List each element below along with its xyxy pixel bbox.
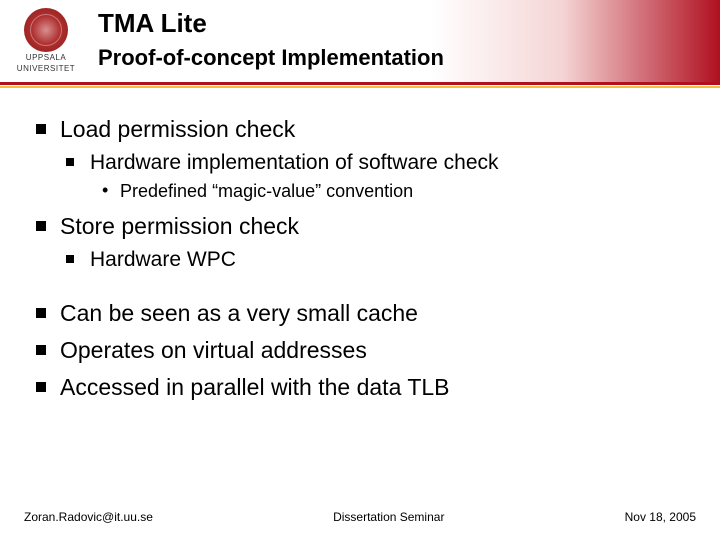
slide-subtitle: Proof-of-concept Implementation	[98, 45, 444, 71]
bullet-text: Operates on virtual addresses	[60, 337, 367, 363]
bullet-item: Hardware implementation of software chec…	[66, 149, 694, 205]
university-logo: UPPSALA UNIVERSITET	[16, 8, 76, 74]
bullet-item: Can be seen as a very small cache	[36, 298, 694, 329]
title-block: TMA Lite Proof-of-concept Implementation	[98, 8, 444, 71]
bullet-item: Hardware WPC	[66, 246, 694, 274]
logo-text-line2: UNIVERSITET	[16, 65, 76, 74]
slide-title: TMA Lite	[98, 8, 444, 39]
bullet-text: Predefined “magic-value” convention	[120, 181, 413, 201]
bullet-text: Load permission check	[60, 116, 295, 142]
bullet-list: Load permission check Hardware implement…	[36, 114, 694, 274]
bullet-list: Can be seen as a very small cache Operat…	[36, 298, 694, 403]
bullet-item: Predefined “magic-value” convention	[100, 179, 694, 204]
slide-header: UPPSALA UNIVERSITET TMA Lite Proof-of-co…	[0, 0, 720, 86]
bullet-item: Store permission check Hardware WPC	[36, 211, 694, 274]
slide-content: Load permission check Hardware implement…	[0, 86, 720, 403]
divider-red	[0, 82, 720, 85]
footer-left: Zoran.Radovic@it.uu.se	[24, 510, 153, 524]
bullet-text: Can be seen as a very small cache	[60, 300, 418, 326]
bullet-text: Store permission check	[60, 213, 299, 239]
bullet-item: Operates on virtual addresses	[36, 335, 694, 366]
bullet-item: Load permission check Hardware implement…	[36, 114, 694, 205]
divider-yellow	[0, 86, 720, 88]
bullet-text: Hardware WPC	[90, 248, 236, 271]
bullet-item: Accessed in parallel with the data TLB	[36, 372, 694, 403]
bullet-text: Hardware implementation of software chec…	[90, 151, 499, 174]
footer-right: Nov 18, 2005	[625, 510, 696, 524]
footer-center: Dissertation Seminar	[153, 510, 625, 524]
slide-footer: Zoran.Radovic@it.uu.se Dissertation Semi…	[24, 510, 696, 524]
logo-seal-icon	[24, 8, 68, 52]
divider-bars	[0, 82, 720, 88]
logo-text-line1: UPPSALA	[16, 54, 76, 63]
bullet-text: Accessed in parallel with the data TLB	[60, 374, 450, 400]
